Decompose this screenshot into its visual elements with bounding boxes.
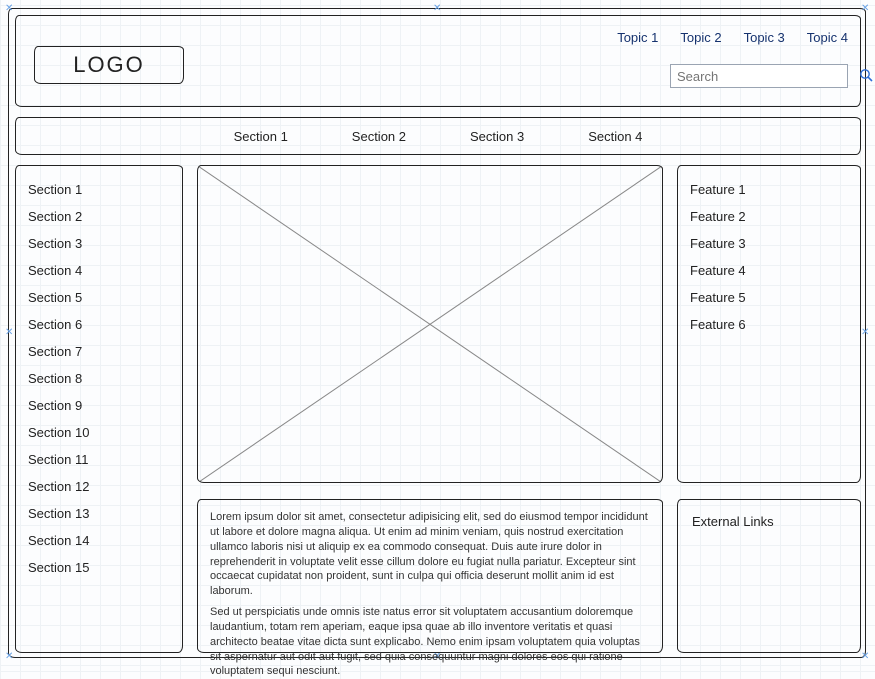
section-nav-item-2[interactable]: Section 2 <box>352 129 406 144</box>
sidebar-item[interactable]: Section 10 <box>28 419 170 446</box>
handle-icon: ✕ <box>5 653 13 661</box>
sidebar-item[interactable]: Section 7 <box>28 338 170 365</box>
sidebar-item[interactable]: Section 15 <box>28 554 170 581</box>
crossed-box-icon <box>198 166 662 483</box>
sidebar-item[interactable]: Section 13 <box>28 500 170 527</box>
topic-link-4[interactable]: Topic 4 <box>807 30 848 45</box>
left-sidebar: Section 1 Section 2 Section 3 Section 4 … <box>15 165 183 653</box>
search-icon[interactable] <box>859 68 873 85</box>
sidebar-item[interactable]: Section 14 <box>28 527 170 554</box>
search-box[interactable] <box>670 64 848 88</box>
sidebar-item[interactable]: Section 9 <box>28 392 170 419</box>
hero-image-placeholder <box>197 165 663 483</box>
search-input[interactable] <box>671 69 859 84</box>
header: LOGO Topic 1 Topic 2 Topic 3 Topic 4 <box>15 15 861 107</box>
topic-link-1[interactable]: Topic 1 <box>617 30 658 45</box>
handle-icon: ✕ <box>433 5 441 13</box>
logo[interactable]: LOGO <box>34 46 184 84</box>
sidebar-item[interactable]: Section 4 <box>28 257 170 284</box>
handle-icon: ✕ <box>861 329 869 337</box>
handle-icon: ✕ <box>861 653 869 661</box>
feature-list: Feature 1 Feature 2 Feature 3 Feature 4 … <box>677 165 861 483</box>
feature-item[interactable]: Feature 1 <box>690 176 848 203</box>
sidebar-item[interactable]: Section 5 <box>28 284 170 311</box>
section-nav-item-4[interactable]: Section 4 <box>588 129 642 144</box>
sidebar-item[interactable]: Section 2 <box>28 203 170 230</box>
feature-item[interactable]: Feature 3 <box>690 230 848 257</box>
sidebar-item[interactable]: Section 3 <box>28 230 170 257</box>
handle-icon: ✕ <box>5 329 13 337</box>
feature-item[interactable]: Feature 4 <box>690 257 848 284</box>
body-text-block: Lorem ipsum dolor sit amet, consectetur … <box>197 499 663 653</box>
feature-item[interactable]: Feature 2 <box>690 203 848 230</box>
handle-icon: ✕ <box>861 5 869 13</box>
canvas: ✕ ✕ ✕ ✕ ✕ ✕ ✕ ✕ LOGO Topic 1 Topic 2 Top… <box>8 8 866 658</box>
handle-icon: ✕ <box>5 5 13 13</box>
external-links-box: External Links <box>677 499 861 653</box>
topic-link-3[interactable]: Topic 3 <box>744 30 785 45</box>
sidebar-item[interactable]: Section 1 <box>28 176 170 203</box>
feature-item[interactable]: Feature 5 <box>690 284 848 311</box>
sidebar-item[interactable]: Section 8 <box>28 365 170 392</box>
feature-item[interactable]: Feature 6 <box>690 311 848 338</box>
sidebar-item[interactable]: Section 11 <box>28 446 170 473</box>
top-topic-nav: Topic 1 Topic 2 Topic 3 Topic 4 <box>617 30 848 45</box>
body-paragraph: Lorem ipsum dolor sit amet, consectetur … <box>210 510 650 599</box>
section-nav-item-1[interactable]: Section 1 <box>234 129 288 144</box>
body-paragraph: Sed ut perspiciatis unde omnis iste natu… <box>210 605 650 679</box>
section-nav: Section 1 Section 2 Section 3 Section 4 <box>15 117 861 155</box>
external-links-title: External Links <box>692 514 774 529</box>
topic-link-2[interactable]: Topic 2 <box>680 30 721 45</box>
sidebar-item[interactable]: Section 6 <box>28 311 170 338</box>
section-nav-item-3[interactable]: Section 3 <box>470 129 524 144</box>
sidebar-item[interactable]: Section 12 <box>28 473 170 500</box>
